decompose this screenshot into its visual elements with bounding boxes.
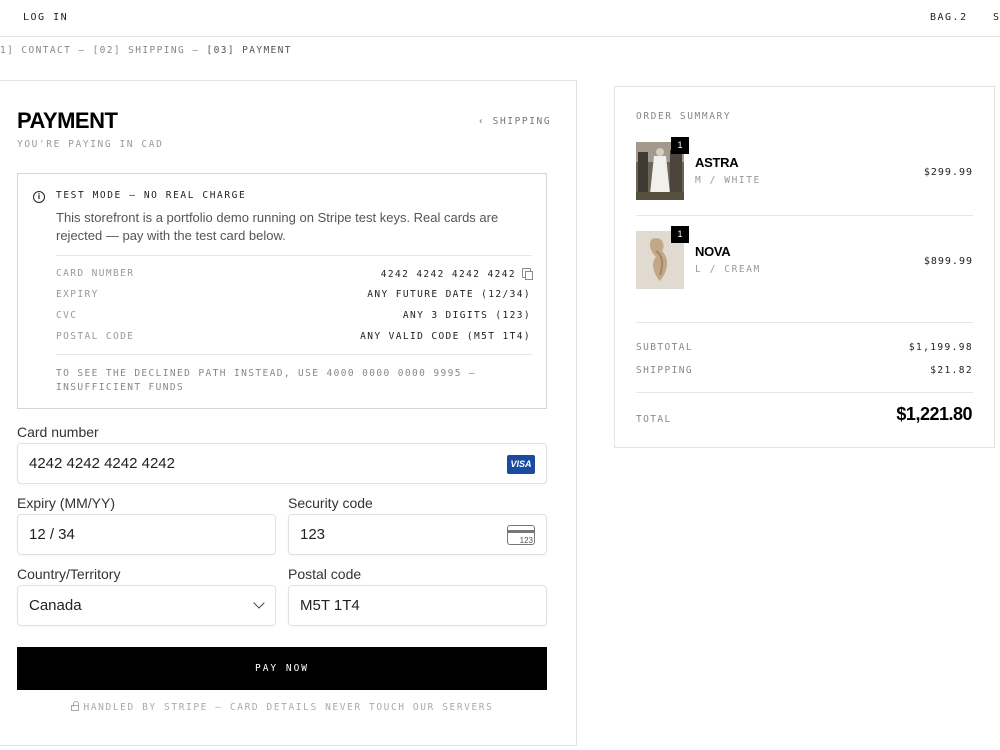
cvc-icon-text: 123 bbox=[519, 536, 533, 545]
security-code-input[interactable] bbox=[300, 515, 506, 554]
card-number-label: Card number bbox=[17, 424, 99, 440]
expiry-input[interactable] bbox=[29, 515, 235, 554]
page-title: PAYMENT bbox=[17, 108, 118, 133]
cvc-card-icon: 123 bbox=[507, 525, 535, 545]
notice-heading: TEST MODE — NO REAL CHARGE bbox=[56, 190, 247, 201]
row-value: ANY 3 DIGITS (123) bbox=[402, 310, 531, 321]
row-key: CARD NUMBER bbox=[56, 268, 135, 279]
order-summary: ORDER SUMMARY 1 ASTRA M / WHITE $299.99 … bbox=[614, 86, 995, 448]
item-variant: M / WHITE bbox=[695, 175, 761, 186]
subtotal-value: $1,199.98 bbox=[908, 342, 973, 353]
back-to-shipping-link[interactable]: ‹ SHIPPING bbox=[478, 116, 551, 127]
chevron-left-icon: ‹ bbox=[478, 116, 493, 127]
security-code-field[interactable]: 123 bbox=[288, 514, 547, 555]
test-card-number-row: CARD NUMBER 4242 4242 4242 4242 bbox=[56, 268, 533, 282]
country-select[interactable]: Canada bbox=[17, 585, 276, 626]
info-icon: i bbox=[33, 191, 45, 203]
divider bbox=[636, 322, 973, 323]
row-value: ANY VALID CODE (M5T 1T4) bbox=[360, 331, 531, 342]
expiry-label: Expiry (MM/YY) bbox=[17, 495, 115, 511]
item-variant: L / CREAM bbox=[695, 264, 761, 275]
country-selected-value: Canada bbox=[29, 597, 82, 614]
item-name: NOVA bbox=[695, 244, 731, 259]
total-value: $1,221.80 bbox=[896, 404, 972, 424]
pay-now-button[interactable]: PAY NOW bbox=[17, 647, 547, 690]
step-payment: [03] PAYMENT bbox=[206, 45, 292, 56]
declined-card-note: TO SEE THE DECLINED PATH INSTEAD, USE 40… bbox=[56, 368, 477, 393]
row-key: EXPIRY bbox=[56, 289, 99, 300]
visa-card-icon: VISA bbox=[507, 455, 535, 474]
row-key: POSTAL CODE bbox=[56, 331, 135, 342]
divider bbox=[636, 215, 973, 216]
subtotal-row: SUBTOTAL $1,199.98 bbox=[636, 342, 973, 356]
back-link-label: SHIPPING bbox=[492, 116, 552, 127]
currency-note: YOU'RE PAYING IN CAD bbox=[17, 139, 164, 150]
divider bbox=[56, 255, 532, 256]
secure-payment-note: HANDLED BY STRIPE — CARD DETAILS NEVER T… bbox=[17, 701, 547, 713]
checkout-steps: 1] CONTACT — [02] SHIPPING — [03] PAYMEN… bbox=[0, 45, 292, 56]
divider bbox=[56, 354, 532, 355]
test-postal-row: POSTAL CODE ANY VALID CODE (M5T 1T4) bbox=[56, 331, 531, 345]
shipping-row: SHIPPING $21.82 bbox=[636, 365, 973, 379]
copy-icon[interactable] bbox=[522, 268, 533, 280]
cart-item[interactable]: 1 ASTRA M / WHITE $299.99 bbox=[636, 137, 973, 202]
login-link[interactable]: LOG IN bbox=[23, 12, 68, 23]
chevron-down-icon bbox=[253, 597, 265, 609]
item-quantity-badge: 1 bbox=[671, 226, 689, 243]
row-value: 4242 4242 4242 4242 bbox=[380, 269, 516, 280]
lock-icon bbox=[70, 701, 79, 711]
divider bbox=[636, 392, 973, 393]
row-value-wrap: 4242 4242 4242 4242 bbox=[380, 268, 533, 280]
postal-code-input[interactable] bbox=[300, 586, 506, 625]
top-bar: LOG IN BAG.2 S bbox=[0, 0, 1000, 37]
item-quantity-badge: 1 bbox=[671, 137, 689, 154]
row-value: ANY FUTURE DATE (12/34) bbox=[367, 289, 531, 300]
order-summary-heading: ORDER SUMMARY bbox=[636, 111, 732, 122]
postal-code-label: Postal code bbox=[288, 566, 362, 582]
secure-note-text: HANDLED BY STRIPE — CARD DETAILS NEVER T… bbox=[83, 702, 494, 713]
cart-item[interactable]: 1 NOVA L / CREAM $899.99 bbox=[636, 226, 973, 291]
step-shipping[interactable]: [02] SHIPPING bbox=[93, 45, 186, 56]
item-name: ASTRA bbox=[695, 155, 739, 170]
row-key: CVC bbox=[56, 310, 78, 321]
postal-code-field[interactable] bbox=[288, 585, 547, 626]
notice-body: This storefront is a portfolio demo runn… bbox=[56, 210, 499, 243]
security-code-label: Security code bbox=[288, 495, 373, 511]
shipping-value: $21.82 bbox=[930, 365, 973, 376]
expiry-field[interactable] bbox=[17, 514, 276, 555]
search-link-partial[interactable]: S bbox=[993, 12, 999, 23]
test-mode-notice: i TEST MODE — NO REAL CHARGE This storef… bbox=[17, 173, 547, 409]
test-expiry-row: EXPIRY ANY FUTURE DATE (12/34) bbox=[56, 289, 531, 303]
test-cvc-row: CVC ANY 3 DIGITS (123) bbox=[56, 310, 531, 324]
card-number-field[interactable]: VISA bbox=[17, 443, 547, 484]
step-separator: — bbox=[71, 45, 93, 56]
item-price: $299.99 bbox=[923, 167, 973, 178]
bag-link[interactable]: BAG.2 bbox=[930, 12, 968, 23]
shipping-label: SHIPPING bbox=[636, 365, 693, 376]
item-price: $899.99 bbox=[923, 256, 973, 267]
card-number-input[interactable] bbox=[29, 444, 452, 483]
step-separator: — bbox=[185, 45, 207, 56]
total-label: TOTAL bbox=[636, 414, 672, 425]
country-label: Country/Territory bbox=[17, 566, 121, 582]
step-contact[interactable]: 1] CONTACT bbox=[0, 45, 71, 56]
subtotal-label: SUBTOTAL bbox=[636, 342, 693, 353]
